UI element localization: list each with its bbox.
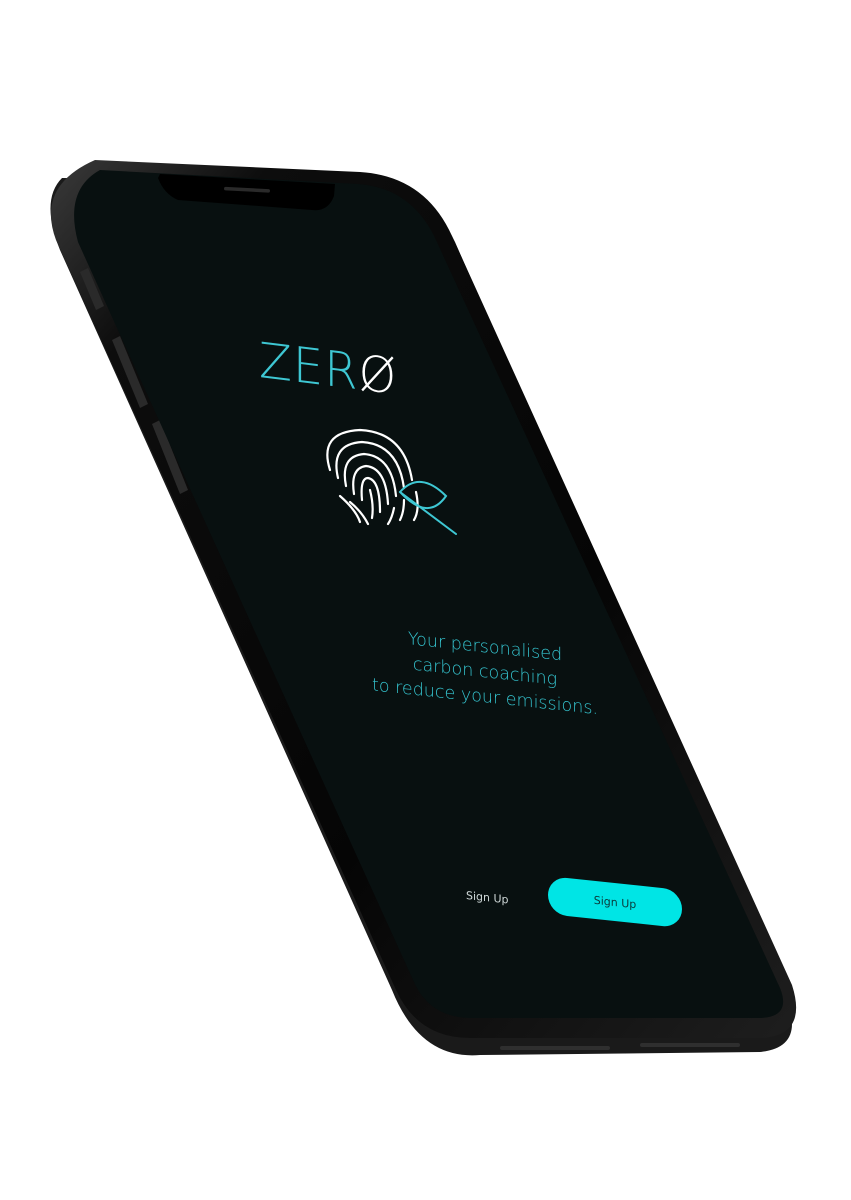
logo-zero-mark: Ø <box>358 344 398 406</box>
logo-wordmark: ZER <box>259 332 359 402</box>
phone-device <box>50 160 797 1056</box>
mockup-canvas: ZERØ Your personalised carbon coaching t… <box>0 0 851 1200</box>
app-screen <box>74 170 784 1018</box>
